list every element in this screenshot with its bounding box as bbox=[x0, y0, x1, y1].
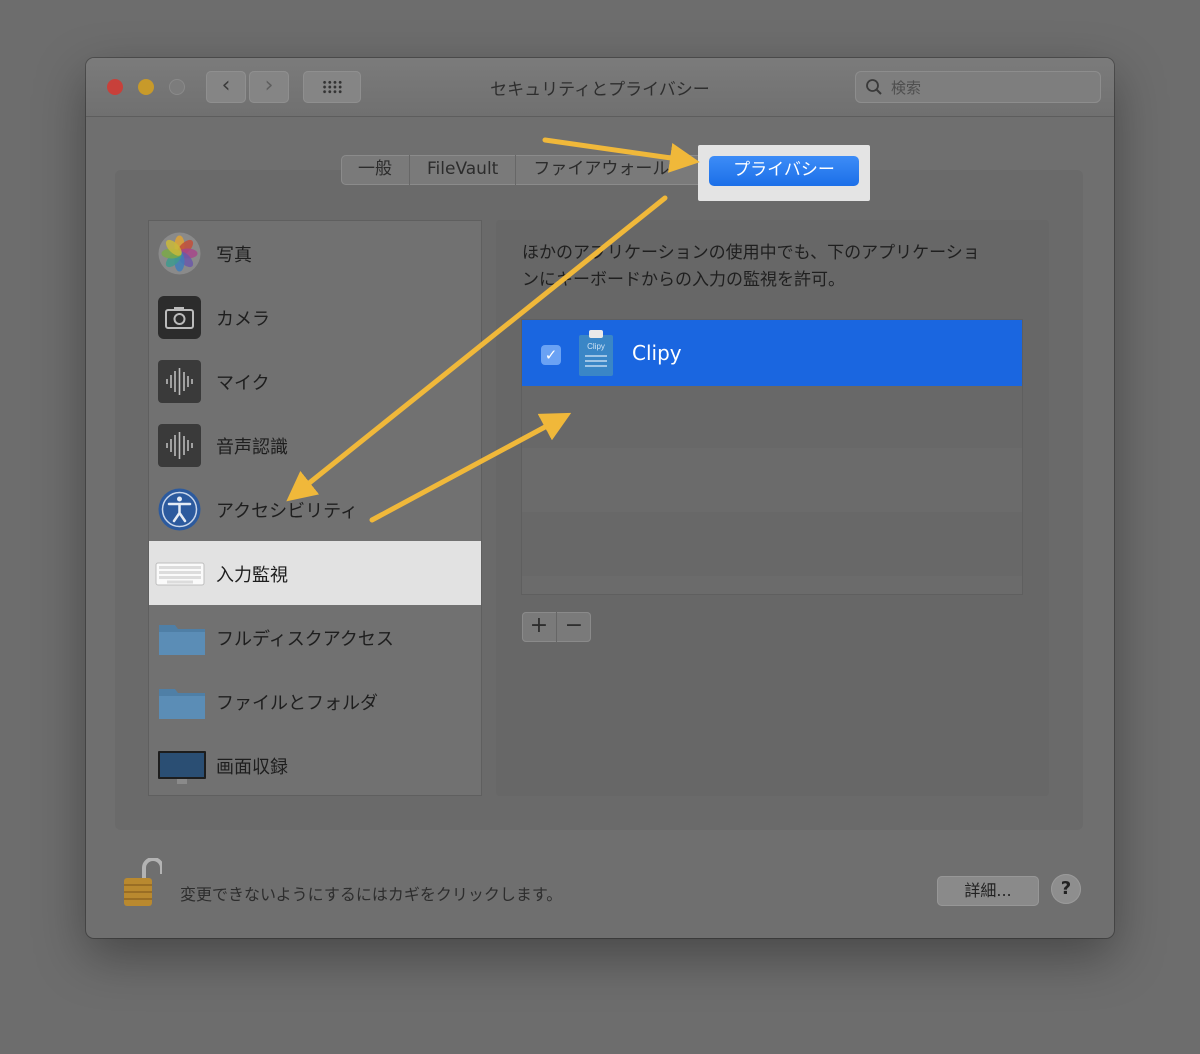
add-app-button[interactable]: + bbox=[522, 612, 557, 642]
advanced-button[interactable]: 詳細... bbox=[937, 876, 1039, 906]
title-bar: ‹ › セキュリティとプライバシー 検索 bbox=[86, 58, 1114, 117]
lock-instruction: 変更できないようにするにはカギをクリックします。 bbox=[180, 885, 563, 904]
sidebar-item-label: カメラ bbox=[216, 309, 270, 330]
search-field[interactable]: 検索 bbox=[855, 71, 1101, 103]
preferences-window: ‹ › セキュリティとプライバシー 検索 一般 FileVault ファイアウォ… bbox=[86, 58, 1114, 938]
tab-privacy[interactable]: プライバシー bbox=[709, 156, 859, 186]
add-remove-controls: + − bbox=[522, 612, 591, 642]
privacy-category-list: 写真 カメラ マイク 音声認識 アクセシビリティ 入力監視 フルディスクアクセス… bbox=[148, 220, 482, 796]
sidebar-item-label: マイク bbox=[216, 373, 270, 394]
clipy-app-icon: Clipy bbox=[579, 330, 613, 376]
search-icon bbox=[866, 79, 882, 95]
folder-icon bbox=[159, 689, 205, 719]
remove-app-button[interactable]: − bbox=[557, 612, 591, 642]
speech-recognition-icon bbox=[158, 424, 201, 467]
app-list: ✓ Clipy Clipy bbox=[521, 319, 1023, 595]
sidebar-item-accessibility[interactable]: アクセシビリティ bbox=[149, 477, 481, 541]
folder-icon bbox=[159, 625, 205, 655]
sidebar-item-camera[interactable]: カメラ bbox=[149, 285, 481, 349]
description-line: ほかのアプリケーションの使用中でも、下のアプリケーショ bbox=[522, 243, 980, 263]
search-placeholder: 検索 bbox=[891, 79, 922, 97]
sidebar-item-microphone[interactable]: マイク bbox=[149, 349, 481, 413]
photos-icon bbox=[158, 232, 201, 275]
accessibility-icon bbox=[158, 488, 201, 531]
sidebar-item-label: フルディスクアクセス bbox=[216, 629, 394, 650]
lock-icon[interactable] bbox=[122, 858, 162, 910]
sidebar-item-full-disk-access[interactable]: フルディスクアクセス bbox=[149, 605, 481, 669]
camera-icon bbox=[158, 296, 201, 339]
keyboard-icon bbox=[155, 562, 205, 586]
sidebar-item-label: 写真 bbox=[216, 245, 252, 266]
sidebar-item-label: 音声認識 bbox=[216, 437, 288, 458]
app-icon-label: Clipy bbox=[587, 342, 605, 351]
sidebar-item-label: ファイルとフォルダ bbox=[216, 693, 378, 714]
permission-description: ほかのアプリケーションの使用中でも、下のアプリケーショ ンにキーボードからの入力… bbox=[522, 240, 1042, 294]
app-checkbox[interactable]: ✓ bbox=[541, 345, 561, 365]
app-name: Clipy bbox=[632, 341, 682, 365]
app-row-clipy[interactable]: ✓ Clipy Clipy bbox=[522, 320, 1022, 386]
tab-filevault[interactable]: FileVault bbox=[410, 155, 517, 185]
description-line: ンにキーボードからの入力の監視を許可。 bbox=[522, 270, 845, 290]
tab-general[interactable]: 一般 bbox=[341, 155, 410, 185]
sidebar-item-label: 画面収録 bbox=[216, 757, 288, 778]
display-icon bbox=[158, 751, 206, 784]
sidebar-item-files-and-folders[interactable]: ファイルとフォルダ bbox=[149, 669, 481, 733]
sidebar-item-screen-recording[interactable]: 画面収録 bbox=[149, 733, 481, 797]
tab-bar: 一般 FileVault ファイアウォール bbox=[341, 155, 740, 185]
sidebar-item-input-monitoring[interactable]: 入力監視 bbox=[149, 541, 481, 605]
microphone-icon bbox=[158, 360, 201, 403]
sidebar-item-label: アクセシビリティ bbox=[216, 501, 359, 522]
help-button[interactable]: ? bbox=[1051, 874, 1081, 904]
sidebar-item-label: 入力監視 bbox=[216, 565, 288, 586]
sidebar-item-photos[interactable]: 写真 bbox=[149, 221, 481, 285]
sidebar-item-speech-recognition[interactable]: 音声認識 bbox=[149, 413, 481, 477]
